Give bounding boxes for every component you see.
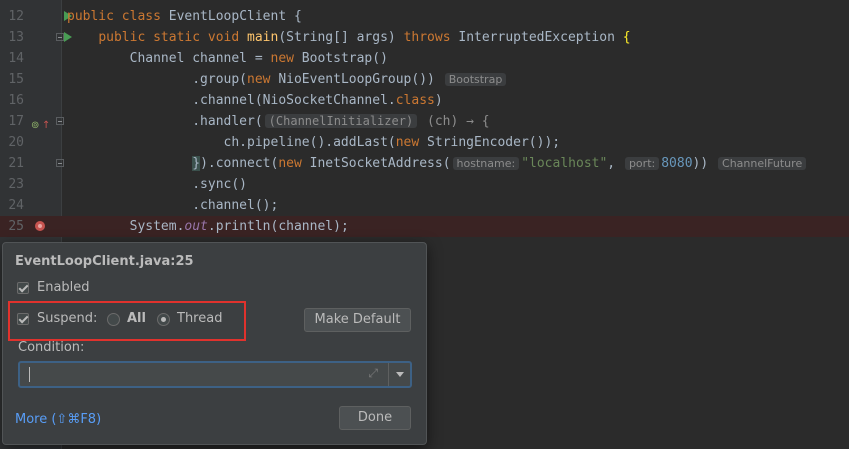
code-line-13[interactable]: 13 public static void main(String[] args…: [0, 27, 849, 48]
line-number: 24: [8, 198, 24, 213]
condition-label: Condition:: [18, 340, 85, 355]
enabled-checkbox[interactable]: [17, 282, 29, 294]
code-line-16[interactable]: 16 .channel(NioSocketChannel.class): [0, 90, 849, 111]
suspend-all-label[interactable]: All: [127, 311, 146, 326]
breakpoint-popup: EventLoopClient.java:25 Enabled Suspend:…: [2, 242, 427, 445]
suspend-checkbox[interactable]: [17, 313, 29, 325]
done-button[interactable]: Done: [339, 406, 411, 430]
code-line-12[interactable]: 12 public class EventLoopClient {: [0, 6, 849, 27]
code-text: System.out.println(channel);: [67, 219, 349, 234]
breakpoint-icon[interactable]: [35, 221, 45, 231]
more-link[interactable]: More (⇧⌘F8): [15, 412, 101, 427]
text-caret: [29, 367, 30, 382]
chevron-down-icon[interactable]: [396, 372, 404, 377]
param-hint-port: port:: [624, 157, 660, 170]
code-text: .group(new NioEventLoopGroup()) Bootstra…: [67, 69, 508, 90]
code-text: .sync(): [67, 177, 248, 192]
condition-input[interactable]: ⤢: [18, 361, 412, 388]
line-number: 17: [8, 114, 24, 129]
line-number: 23: [8, 177, 24, 192]
code-text: public static void main(String[] args) t…: [98, 30, 631, 45]
code-line-14[interactable]: 14 Channel channel = new Bootstrap(): [0, 48, 849, 69]
code-text: .handler((ChannelInitializer) (ch) → {: [67, 114, 490, 129]
line-number: 14: [8, 51, 24, 66]
line-number: 13: [8, 30, 24, 45]
line-number: 12: [8, 9, 24, 24]
code-line-20[interactable]: 20 ch.pipeline().addLast(new StringEncod…: [0, 132, 849, 153]
popup-title: EventLoopClient.java:25: [15, 254, 194, 269]
fold-icon[interactable]: [56, 33, 64, 41]
expand-icon[interactable]: ⤢: [368, 366, 378, 381]
code-text: .channel(NioSocketChannel.class): [67, 93, 443, 108]
type-hint: ChannelFuture: [718, 157, 807, 170]
line-number: 20: [8, 135, 24, 150]
code-text: ch.pipeline().addLast(new StringEncoder(…: [67, 135, 561, 150]
run-class-icon[interactable]: [30, 6, 72, 27]
suspend-thread-label[interactable]: Thread: [177, 311, 222, 326]
dropdown-separator: [388, 363, 389, 386]
type-hint: Bootstrap: [444, 73, 507, 86]
enabled-label[interactable]: Enabled: [37, 280, 90, 295]
code-line-21[interactable]: 21 }).connect(new InetSocketAddress(host…: [0, 153, 849, 174]
line-number: 16: [8, 93, 24, 108]
code-line-15[interactable]: 15 .group(new NioEventLoopGroup()) Boots…: [0, 69, 849, 90]
code-line-24[interactable]: 24 .channel();: [0, 195, 849, 216]
line-number: 25: [8, 219, 24, 234]
code-text: }).connect(new InetSocketAddress(hostnam…: [67, 153, 808, 174]
code-line-17[interactable]: 17 ⊚ ↑ .handler((ChannelInitializer) (ch…: [0, 111, 849, 132]
fold-icon[interactable]: [56, 159, 64, 167]
run-method-icon[interactable]: [30, 27, 72, 48]
code-text: .channel();: [67, 198, 279, 213]
code-text: Channel channel = new Bootstrap(): [67, 51, 388, 66]
line-number: 21: [8, 156, 24, 171]
fold-icon[interactable]: [56, 117, 64, 125]
make-default-button[interactable]: Make Default: [304, 308, 411, 332]
param-hint-hostname: hostname:: [452, 157, 520, 170]
code-line-23[interactable]: 23 .sync(): [0, 174, 849, 195]
code-text: public class EventLoopClient {: [67, 9, 302, 24]
suspend-all-radio[interactable]: [107, 313, 120, 326]
code-line-25[interactable]: 25 System.out.println(channel);: [0, 216, 849, 237]
line-number: 15: [8, 72, 24, 87]
suspend-label[interactable]: Suspend:: [37, 311, 97, 326]
cast-hint: (ChannelInitializer): [264, 114, 418, 128]
suspend-thread-radio[interactable]: [157, 313, 170, 326]
